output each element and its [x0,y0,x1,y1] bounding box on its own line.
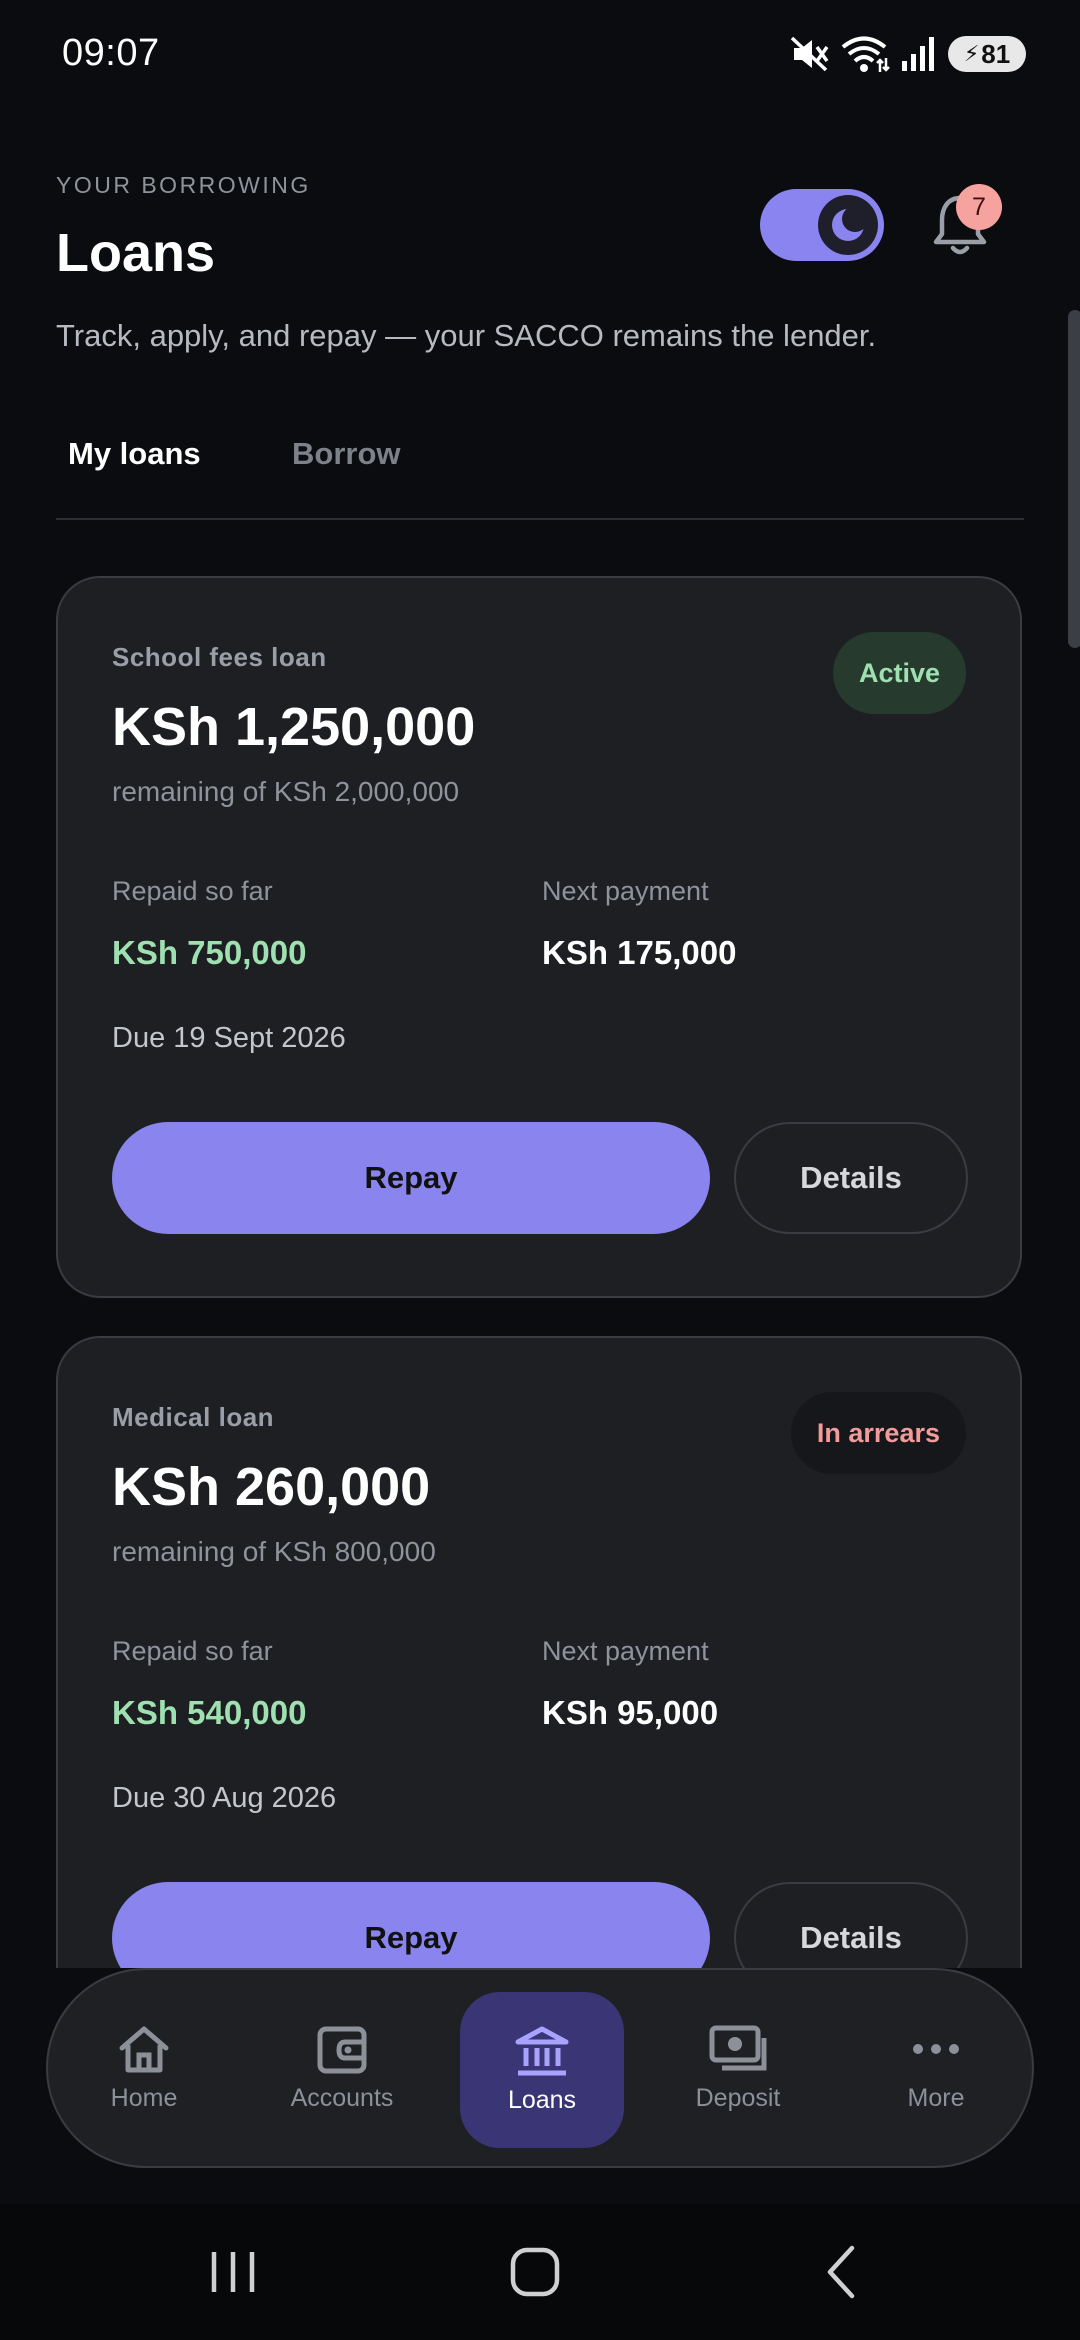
signal-icon [902,37,934,71]
nav-accounts-label: Accounts [290,2083,394,2112]
notification-badge: 7 [956,184,1002,230]
nav-deposit-label: Deposit [695,2083,781,2112]
home-button-icon[interactable] [508,2238,564,2306]
recent-apps-icon[interactable] [208,2238,258,2306]
details-button[interactable]: Details [734,1122,968,1234]
cash-icon [709,2025,767,2070]
bank-icon [515,2026,569,2075]
loan-remaining-amount: KSh 1,250,000 [112,697,476,757]
due-date: Due 19 Sept 2026 [112,1022,346,1054]
wifi-icon [841,36,890,72]
tab-borrow[interactable]: Borrow [292,436,401,472]
nav-more-label: More [907,2083,965,2112]
battery-icon: ⚡ 81 [948,36,1026,72]
loan-remaining-of: remaining of KSh 2,000,000 [112,776,460,807]
tab-my-loans[interactable]: My loans [68,436,201,472]
next-payment-label: Next payment [542,876,709,906]
nav-home[interactable]: Home [62,1970,226,2166]
repaid-amount: KSh 540,000 [112,1694,307,1731]
next-payment-label: Next payment [542,1636,709,1666]
more-icon [913,2043,959,2054]
status-icons: ⚡ 81 [790,34,1026,74]
theme-toggle[interactable] [760,189,884,261]
nav-loans[interactable]: Loans [460,1992,624,2148]
loan-card-school-fees: School fees loan Active KSh 1,250,000 re… [56,576,1022,1298]
moon-icon [818,195,878,255]
nav-loans-label: Loans [507,2085,577,2114]
status-time: 09:07 [62,32,160,74]
next-payment-amount: KSh 95,000 [542,1694,719,1731]
status-badge: In arrears [790,1392,966,1474]
loan-type: Medical loan [112,1402,275,1432]
nav-home-label: Home [110,2083,178,2112]
page-eyebrow: YOUR BORROWING [56,172,311,198]
status-badge: Active [832,632,966,714]
repay-button[interactable]: Repay [112,1122,710,1234]
loan-remaining-amount: KSh 260,000 [112,1457,431,1517]
nav-deposit[interactable]: Deposit [656,1970,820,2166]
bottom-nav: Home Accounts Loans Deposit More [46,1968,1034,2168]
loans-list[interactable]: School fees loan Active KSh 1,250,000 re… [0,560,1080,1968]
nav-more[interactable]: More [854,1970,1018,2166]
loan-tabs: My loans Borrow [56,420,1024,520]
battery-level: 81 [981,38,1011,69]
repaid-label: Repaid so far [112,876,273,906]
status-bar: 09:07 ⚡ 81 [0,0,1080,110]
mute-icon [790,36,829,72]
page-title: Loans [56,223,216,283]
loan-card-medical: Medical loan In arrears KSh 260,000 rema… [56,1336,1022,1968]
loan-type: School fees loan [112,642,327,672]
page-subtitle: Track, apply, and repay — your SACCO rem… [56,318,877,353]
repaid-amount: KSh 750,000 [112,934,307,971]
system-nav-bar [0,2204,1080,2340]
repay-button[interactable]: Repay [112,1882,710,1968]
nav-accounts[interactable]: Accounts [260,1970,424,2166]
repaid-label: Repaid so far [112,1636,273,1666]
details-button[interactable]: Details [734,1882,968,1968]
due-date: Due 30 Aug 2026 [112,1782,337,1814]
home-icon [119,2026,169,2072]
back-icon[interactable] [818,2238,862,2306]
wallet-icon [317,2026,367,2073]
loan-remaining-of: remaining of KSh 800,000 [112,1536,436,1567]
next-payment-amount: KSh 175,000 [542,934,737,971]
